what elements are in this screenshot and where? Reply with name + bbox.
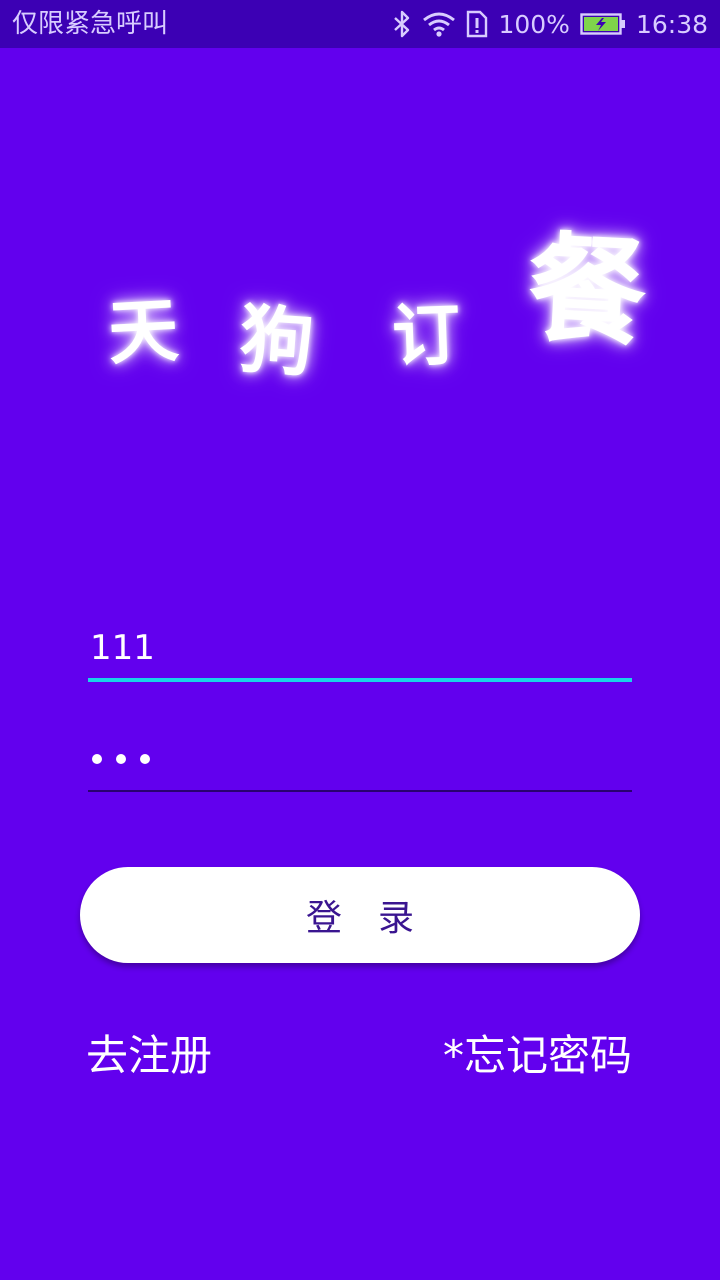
register-link[interactable]: 去注册 [86,1028,212,1084]
carrier-status-text: 仅限紧急呼叫 [12,9,169,39]
username-field[interactable]: 111 [88,620,632,682]
bluetooth-icon [392,10,412,38]
password-dot [140,754,150,764]
status-icons: 100% 16:38 [392,0,708,48]
logo-char-1: 天 [106,288,181,375]
login-button[interactable]: 登录 [80,867,640,963]
logo-char-2: 狗 [236,296,317,388]
battery-charging-icon [580,12,626,36]
wifi-icon [422,11,456,37]
username-focus-underline [88,678,632,682]
status-bar: 仅限紧急呼叫 100% 16:38 [0,0,720,48]
password-dot [92,754,102,764]
password-dot [116,754,126,764]
password-field[interactable] [88,734,632,792]
sim-alert-icon [466,10,488,38]
clock: 16:38 [635,9,708,39]
battery-percent: 100% [498,9,570,39]
logo-char-3: 订 [390,294,462,378]
password-underline [88,790,632,792]
forgot-password-link[interactable]: *忘记密码 [443,1028,632,1084]
password-mask[interactable] [92,754,150,764]
username-value[interactable]: 111 [90,628,155,668]
app-logo: 天 狗 订 餐 [100,218,649,402]
logo-char-4: 餐 [524,218,650,363]
